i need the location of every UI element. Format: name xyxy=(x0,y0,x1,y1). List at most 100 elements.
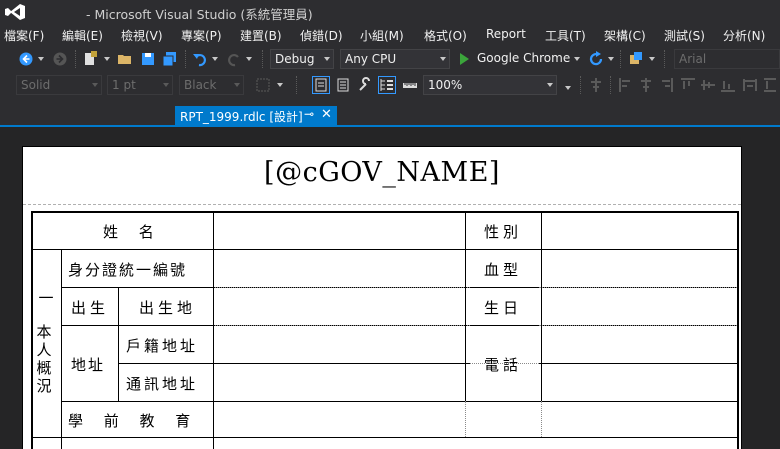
save-icon[interactable] xyxy=(140,51,156,67)
menu-project[interactable]: 專案(P) xyxy=(181,27,222,44)
menu-architecture[interactable]: 架構(C) xyxy=(604,27,646,44)
window-title: - Microsoft Visual Studio (系統管理員) xyxy=(86,7,313,22)
cell-divider-dotted xyxy=(539,287,737,288)
border-grid-icon[interactable] xyxy=(255,77,271,93)
back-dropdown-icon[interactable] xyxy=(38,57,44,61)
visual-studio-logo-icon xyxy=(5,4,25,20)
align-middle-icon[interactable] xyxy=(700,77,716,93)
report-design-surface[interactable]: [@cGOV_NAME] 姓 名 性別 身分證統一編號 血型 出生 出生地 生日… xyxy=(0,127,780,449)
pin-icon[interactable]: ⊸ xyxy=(304,107,314,121)
row-divider xyxy=(539,363,737,364)
label-registered-address[interactable]: 戶籍地址 xyxy=(126,335,198,356)
label-birth[interactable]: 出生 xyxy=(71,297,109,318)
label-mailing-address[interactable]: 通訊地址 xyxy=(126,373,198,394)
column-divider-dotted xyxy=(465,401,466,437)
forward-icon[interactable] xyxy=(52,51,68,67)
row-divider xyxy=(33,437,737,438)
label-address[interactable]: 地址 xyxy=(71,354,105,375)
align-left-icon[interactable] xyxy=(618,77,634,93)
column-divider xyxy=(118,287,119,325)
refresh-dropdown-icon[interactable] xyxy=(608,57,614,61)
same-height-icon[interactable] xyxy=(762,77,778,93)
label-birthplace[interactable]: 出生地 xyxy=(139,297,196,318)
toolbar-separator xyxy=(262,50,263,68)
menu-view[interactable]: 檢視(V) xyxy=(121,27,163,44)
toolbar-separator xyxy=(620,50,621,68)
start-debug-target-button[interactable]: Google Chrome xyxy=(477,51,570,65)
border-style-select[interactable]: Solid xyxy=(16,75,102,95)
menu-team[interactable]: 小組(M) xyxy=(360,27,404,44)
menu-analyze[interactable]: 分析(N) xyxy=(723,27,765,44)
new-dropdown-icon[interactable] xyxy=(104,57,110,61)
refresh-icon[interactable] xyxy=(588,51,604,67)
run-target-dropdown-icon[interactable] xyxy=(574,57,580,61)
column-divider xyxy=(213,213,214,449)
border-width-select[interactable]: 1 pt xyxy=(107,75,173,95)
menu-debug[interactable]: 偵錯(D) xyxy=(300,27,343,44)
label-blood-type[interactable]: 血型 xyxy=(484,259,522,280)
border-color-select[interactable]: Black xyxy=(179,75,244,95)
redo-icon[interactable] xyxy=(226,51,242,67)
browser-link-dropdown-icon[interactable] xyxy=(649,57,655,61)
new-item-icon[interactable] xyxy=(82,51,98,67)
toolbar-overflow-icon[interactable] xyxy=(565,86,571,90)
border-width-value: 1 pt xyxy=(112,78,136,92)
section-title-vertical[interactable]: 本人概況 xyxy=(36,323,52,395)
align-top-icon[interactable] xyxy=(680,77,696,93)
page-header[interactable]: [@cGOV_NAME] xyxy=(23,147,741,205)
label-name[interactable]: 姓 名 xyxy=(103,221,162,242)
standard-toolbar: Debug Any CPU Google Chrome Arial xyxy=(0,46,780,72)
grouping-icon[interactable] xyxy=(378,76,396,94)
report-formatting-toolbar: Solid 1 pt Black 100% xyxy=(0,72,780,98)
properties-wrench-icon[interactable] xyxy=(357,77,373,93)
toolbar-separator xyxy=(296,76,297,94)
menu-tools[interactable]: 工具(T) xyxy=(545,27,586,44)
toolbar-separator xyxy=(580,76,581,94)
border-dropdown-icon[interactable] xyxy=(277,83,283,87)
align-icon[interactable] xyxy=(588,77,604,93)
label-id-number[interactable]: 身分證統一編號 xyxy=(68,259,187,280)
font-name-select[interactable]: Arial xyxy=(674,49,780,69)
platform-value: Any CPU xyxy=(345,52,397,66)
personal-info-table[interactable]: 姓 名 性別 身分證統一編號 血型 出生 出生地 生日 地址 戶籍地址 電話 通… xyxy=(31,211,739,449)
same-width-icon[interactable] xyxy=(742,77,758,93)
section-number[interactable]: 一 xyxy=(36,289,56,307)
toolbar-separator xyxy=(610,76,611,94)
menu-report[interactable]: Report xyxy=(486,27,526,41)
back-icon[interactable] xyxy=(18,51,34,67)
platform-select[interactable]: Any CPU xyxy=(340,49,450,69)
solution-config-value: Debug xyxy=(275,52,315,66)
close-icon[interactable]: ✕ xyxy=(321,107,332,122)
report-body-icon[interactable] xyxy=(312,76,330,94)
menu-edit[interactable]: 編輯(E) xyxy=(62,27,103,44)
report-title-textbox[interactable]: [@cGOV_NAME] xyxy=(23,157,741,188)
menu-build[interactable]: 建置(B) xyxy=(240,27,282,44)
font-name-value: Arial xyxy=(679,52,707,66)
tab-rpt-1999-design[interactable]: RPT_1999.rdlc [設計] ⊸ ✕ xyxy=(175,106,337,125)
play-icon[interactable] xyxy=(457,52,471,66)
menu-file[interactable]: 檔案(F) xyxy=(4,27,44,44)
browser-link-icon[interactable] xyxy=(628,51,644,67)
label-birthday[interactable]: 生日 xyxy=(484,297,522,318)
menu-format[interactable]: 格式(O) xyxy=(424,27,467,44)
undo-dropdown-icon[interactable] xyxy=(212,57,218,61)
ruler-icon[interactable] xyxy=(402,77,418,93)
label-gender[interactable]: 性別 xyxy=(484,221,522,242)
title-bar: - Microsoft Visual Studio (系統管理員) xyxy=(0,0,780,24)
align-right-icon[interactable] xyxy=(658,77,674,93)
page-setup-icon[interactable] xyxy=(335,77,351,93)
label-preschool[interactable]: 學 前 教 育 xyxy=(68,410,198,431)
open-folder-icon[interactable] xyxy=(117,51,133,67)
zoom-select[interactable]: 100% xyxy=(423,75,557,95)
label-phone[interactable]: 電話 xyxy=(484,354,522,375)
zoom-value: 100% xyxy=(428,78,463,92)
save-all-icon[interactable] xyxy=(162,51,178,67)
undo-icon[interactable] xyxy=(192,51,208,67)
menu-test[interactable]: 測試(S) xyxy=(664,27,705,44)
redo-dropdown-icon[interactable] xyxy=(246,57,252,61)
report-page[interactable]: [@cGOV_NAME] 姓 名 性別 身分證統一編號 血型 出生 出生地 生日… xyxy=(22,146,742,449)
column-divider xyxy=(61,249,62,449)
solution-config-select[interactable]: Debug xyxy=(270,49,334,69)
align-center-icon[interactable] xyxy=(638,77,654,93)
align-bottom-icon[interactable] xyxy=(720,77,736,93)
